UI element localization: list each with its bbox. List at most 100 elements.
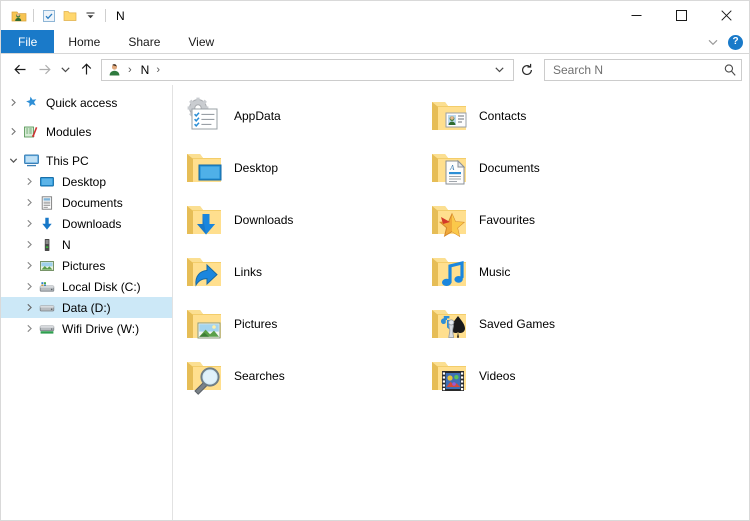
sidebar-item-downloads[interactable]: Downloads bbox=[1, 213, 172, 234]
file-item-music[interactable]: Music bbox=[424, 246, 669, 298]
sidebar-item-local-disk-c[interactable]: Local Disk (C:) bbox=[1, 276, 172, 297]
quick-access-toolbar: N bbox=[1, 5, 125, 26]
folder-favourites-icon bbox=[428, 199, 470, 241]
search-input[interactable]: Search N bbox=[553, 63, 723, 77]
ribbon-tab-bar: File Home Share View ? bbox=[1, 30, 749, 54]
network-drive-icon bbox=[37, 320, 57, 338]
tab-share[interactable]: Share bbox=[114, 30, 174, 53]
user-account-icon bbox=[106, 62, 123, 77]
downloads-icon bbox=[37, 215, 57, 233]
qat-separator-2 bbox=[105, 9, 106, 22]
file-item-documents[interactable]: A Documents bbox=[424, 142, 669, 194]
explorer-body: Quick access Modules This PC Desktop Doc… bbox=[1, 85, 749, 520]
file-item-label: Searches bbox=[234, 369, 285, 383]
sidebar-item-desktop[interactable]: Desktop bbox=[1, 171, 172, 192]
search-box[interactable]: Search N bbox=[544, 58, 742, 81]
back-button[interactable] bbox=[8, 58, 32, 82]
search-icon[interactable] bbox=[723, 63, 737, 77]
file-item-downloads[interactable]: Downloads bbox=[179, 194, 424, 246]
sidebar-label: Local Disk (C:) bbox=[62, 279, 141, 294]
customize-qat-chevron-icon[interactable] bbox=[80, 5, 101, 26]
modules-icon bbox=[21, 123, 41, 141]
documents-icon bbox=[37, 194, 57, 212]
file-item-saved-games[interactable]: Saved Games bbox=[424, 298, 669, 350]
address-input[interactable]: › N › bbox=[101, 58, 514, 81]
chevron-right-icon[interactable] bbox=[21, 318, 37, 339]
file-item-label: Favourites bbox=[479, 213, 536, 227]
file-item-videos[interactable]: Videos bbox=[424, 350, 669, 402]
recent-locations-chevron-icon[interactable] bbox=[56, 58, 74, 82]
help-icon[interactable]: ? bbox=[728, 34, 743, 50]
properties-checkbox-icon[interactable] bbox=[38, 5, 59, 26]
sidebar-label: Quick access bbox=[46, 95, 118, 110]
appdata-gear-checklist-icon bbox=[183, 95, 225, 137]
chevron-right-icon[interactable] bbox=[21, 276, 37, 297]
file-item-label: Desktop bbox=[234, 161, 279, 175]
breadcrumb-item-n[interactable]: N bbox=[139, 63, 152, 77]
chevron-right-icon[interactable] bbox=[21, 213, 37, 234]
folder-documents-icon: A bbox=[428, 147, 470, 189]
file-item-label: Documents bbox=[479, 161, 540, 175]
file-item-label: Music bbox=[479, 265, 511, 279]
chevron-right-icon[interactable] bbox=[5, 121, 21, 142]
sidebar-item-data-d[interactable]: Data (D:) bbox=[1, 297, 172, 318]
star-icon bbox=[21, 94, 41, 112]
tab-file[interactable]: File bbox=[1, 30, 55, 53]
file-item-label: Saved Games bbox=[479, 317, 556, 331]
folder-links-icon bbox=[183, 251, 225, 293]
folder-pictures-icon bbox=[183, 303, 225, 345]
file-item-label: Downloads bbox=[234, 213, 294, 227]
tab-home[interactable]: Home bbox=[54, 30, 114, 53]
maximize-button[interactable] bbox=[659, 1, 704, 30]
file-item-desktop[interactable]: Desktop bbox=[179, 142, 424, 194]
file-item-links[interactable]: Links bbox=[179, 246, 424, 298]
chevron-down-icon[interactable] bbox=[5, 150, 21, 171]
monitor-icon bbox=[21, 152, 41, 170]
new-folder-icon[interactable] bbox=[59, 5, 80, 26]
refresh-button[interactable] bbox=[516, 59, 538, 81]
ribbon-right-controls: ? bbox=[704, 30, 743, 54]
pictures-icon bbox=[37, 257, 57, 275]
window-controls bbox=[614, 1, 749, 30]
chevron-right-icon[interactable] bbox=[21, 255, 37, 276]
qat-separator-1 bbox=[33, 9, 34, 22]
sidebar-label: N bbox=[62, 237, 71, 252]
tab-view[interactable]: View bbox=[174, 30, 228, 53]
file-item-searches[interactable]: Searches bbox=[179, 350, 424, 402]
folder-videos-icon bbox=[428, 355, 470, 397]
sidebar-label: Downloads bbox=[62, 216, 122, 231]
forward-button[interactable] bbox=[32, 58, 56, 82]
sidebar-item-modules[interactable]: Modules bbox=[1, 121, 172, 142]
sidebar-label: Modules bbox=[46, 124, 92, 139]
chevron-right-icon[interactable] bbox=[21, 192, 37, 213]
title-bar: N bbox=[1, 1, 749, 30]
file-item-pictures[interactable]: Pictures bbox=[179, 298, 424, 350]
chevron-down-icon[interactable] bbox=[704, 33, 722, 51]
sidebar-item-documents[interactable]: Documents bbox=[1, 192, 172, 213]
chevron-right-icon[interactable] bbox=[21, 171, 37, 192]
address-dropdown-icon[interactable] bbox=[490, 64, 509, 75]
chevron-right-icon[interactable] bbox=[21, 297, 37, 318]
chevron-right-icon[interactable] bbox=[5, 92, 21, 113]
chevron-right-icon[interactable] bbox=[21, 234, 37, 255]
breadcrumb-separator-1[interactable]: › bbox=[123, 64, 139, 76]
file-item-label: AppData bbox=[234, 109, 281, 123]
user-folder-icon[interactable] bbox=[8, 5, 29, 26]
file-list-pane[interactable]: AppData Contacts Desktop A Documents Dow… bbox=[173, 85, 749, 520]
file-item-label: Links bbox=[234, 265, 263, 279]
sidebar-item-n[interactable]: N bbox=[1, 234, 172, 255]
sidebar-item-quick-access[interactable]: Quick access bbox=[1, 92, 172, 113]
sidebar-gap-1 bbox=[1, 113, 172, 121]
up-button[interactable] bbox=[74, 58, 98, 82]
sidebar-item-this-pc[interactable]: This PC bbox=[1, 150, 172, 171]
file-item-appdata[interactable]: AppData bbox=[179, 90, 424, 142]
sidebar-item-wifi-drive-w[interactable]: Wifi Drive (W:) bbox=[1, 318, 172, 339]
folder-contacts-icon bbox=[428, 95, 470, 137]
minimize-button[interactable] bbox=[614, 1, 659, 30]
close-button[interactable] bbox=[704, 1, 749, 30]
file-item-contacts[interactable]: Contacts bbox=[424, 90, 669, 142]
sidebar-item-pictures[interactable]: Pictures bbox=[1, 255, 172, 276]
file-item-favourites[interactable]: Favourites bbox=[424, 194, 669, 246]
breadcrumb-separator-2[interactable]: › bbox=[151, 64, 167, 76]
navigation-pane[interactable]: Quick access Modules This PC Desktop Doc… bbox=[1, 85, 173, 520]
